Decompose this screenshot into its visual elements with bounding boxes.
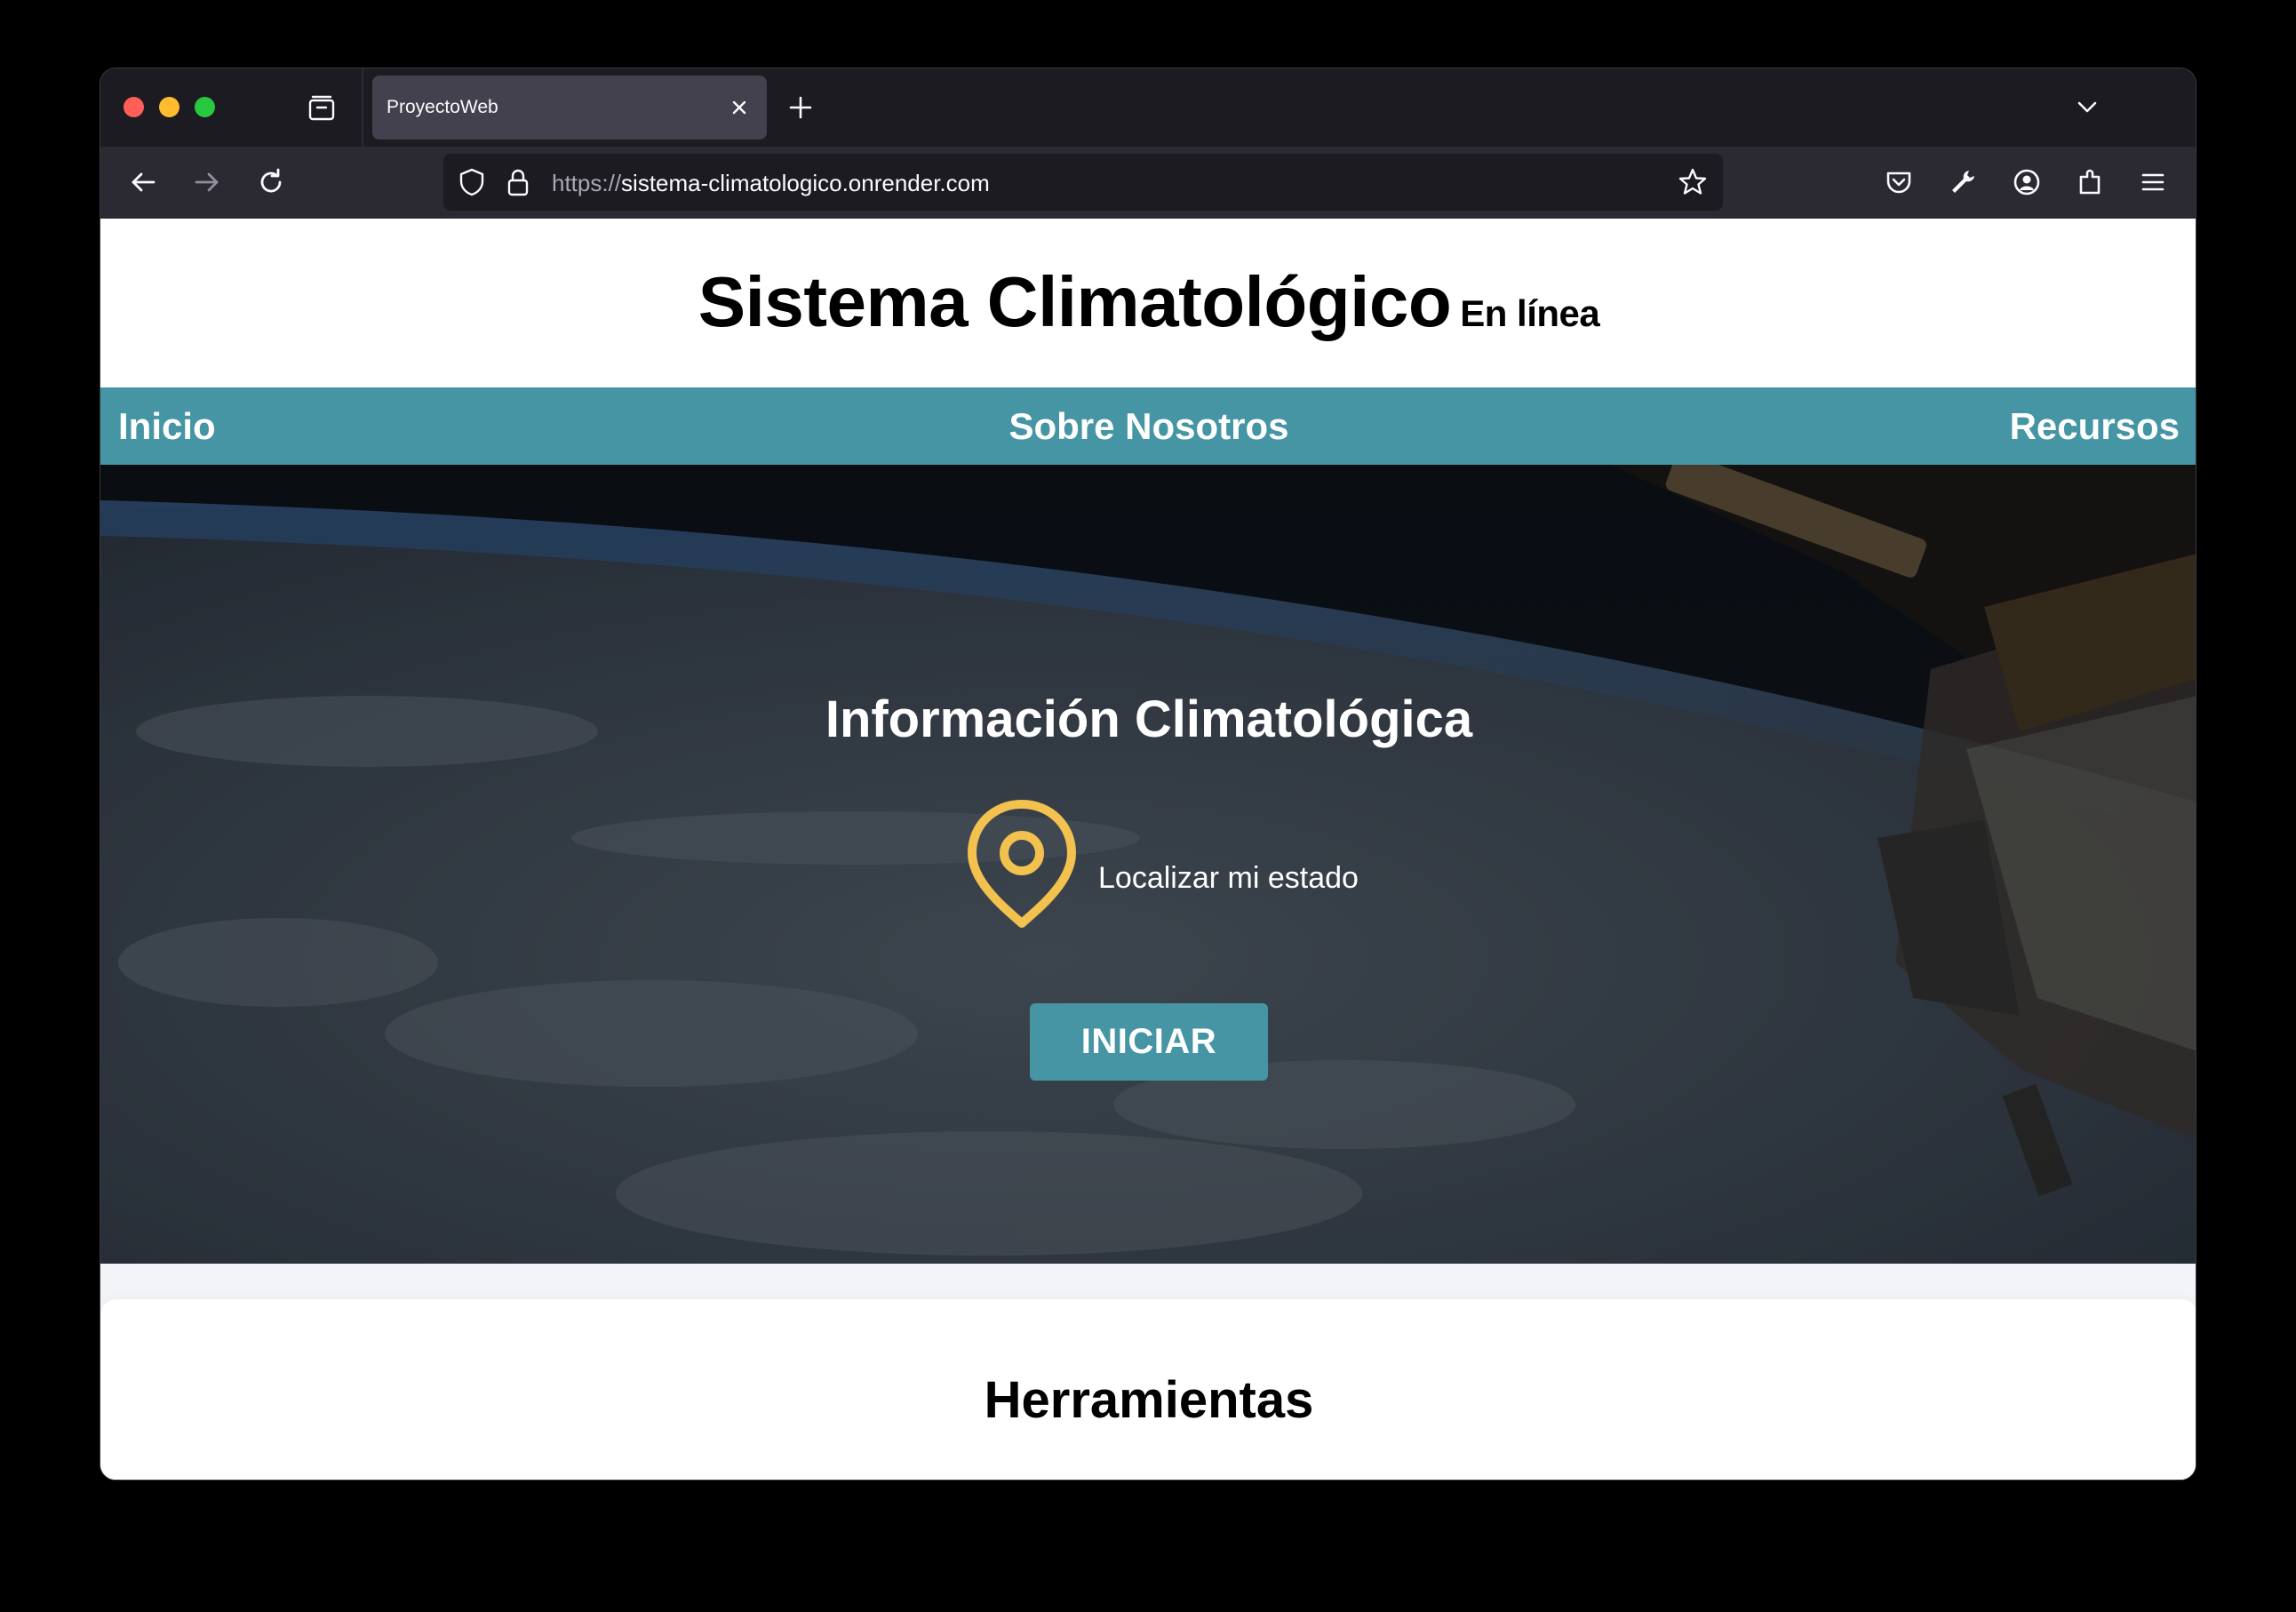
start-button[interactable]: INICIAR xyxy=(1030,1003,1268,1081)
tools-section: Herramientas xyxy=(100,1299,2196,1480)
site-nav: Inicio Sobre Nosotros Recursos xyxy=(100,387,2196,465)
zoom-window-button[interactable] xyxy=(195,97,215,117)
address-bar[interactable]: https://sistema-climatologico.onrender.c… xyxy=(443,154,1723,211)
chevron-down-icon[interactable] xyxy=(2071,92,2103,124)
tab-title: ProyectoWeb xyxy=(387,97,498,117)
browser-window: ProyectoWeb https://sistema-climatologic… xyxy=(100,68,2196,1480)
close-icon[interactable] xyxy=(724,92,754,123)
back-arrow-icon[interactable] xyxy=(125,164,161,200)
account-icon[interactable] xyxy=(2009,164,2045,200)
star-icon[interactable] xyxy=(1677,166,1709,198)
site-header: Sistema Climatológico En línea xyxy=(100,219,2196,387)
nav-link-sobre-nosotros[interactable]: Sobre Nosotros xyxy=(100,405,2196,448)
menu-icon[interactable] xyxy=(2135,164,2171,200)
site-title-suffix: En línea xyxy=(1460,292,1600,334)
nav-link-recursos[interactable]: Recursos xyxy=(2010,405,2180,448)
url-text[interactable]: https://sistema-climatologico.onrender.c… xyxy=(552,170,990,197)
active-tab[interactable]: ProyectoWeb xyxy=(372,76,767,140)
minimize-window-button[interactable] xyxy=(159,97,179,117)
plus-icon[interactable] xyxy=(785,92,817,124)
tab-overview-icon[interactable] xyxy=(307,93,337,124)
site-title: Sistema Climatológico En línea xyxy=(100,261,2196,343)
shield-icon[interactable] xyxy=(456,166,488,198)
extensions-icon[interactable] xyxy=(2073,164,2109,200)
location-pin-icon[interactable] xyxy=(962,797,1081,930)
navigation-toolbar: https://sistema-climatologico.onrender.c… xyxy=(100,147,2196,219)
tab-divider xyxy=(362,68,363,147)
page-viewport: Sistema Climatológico En línea Inicio Sob… xyxy=(100,219,2196,1480)
close-window-button[interactable] xyxy=(124,97,144,117)
url-scheme: https:// xyxy=(552,170,622,196)
lock-icon[interactable] xyxy=(502,166,534,198)
locate-label[interactable]: Localizar mi estado xyxy=(1098,861,1359,896)
tools-heading: Herramientas xyxy=(984,1371,1314,1429)
wrench-icon[interactable] xyxy=(1945,164,1981,200)
pocket-icon[interactable] xyxy=(1881,164,1917,200)
forward-arrow-icon[interactable] xyxy=(189,164,225,200)
tab-strip: ProyectoWeb xyxy=(100,68,2196,147)
reload-icon[interactable] xyxy=(253,164,289,200)
url-host: sistema-climatologico.onrender.com xyxy=(621,170,990,196)
locate-my-state[interactable]: Localizar mi estado xyxy=(962,797,1442,939)
hero-section: Información Climatológica Localizar mi e… xyxy=(100,465,2196,1264)
hero-heading: Información Climatológica xyxy=(825,690,1473,748)
site-title-main: Sistema Climatológico xyxy=(698,262,1452,341)
